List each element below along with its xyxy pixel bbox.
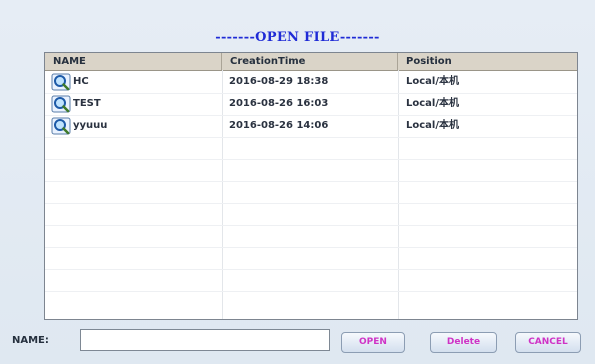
file-name: TEST — [73, 98, 101, 109]
file-name: yyuuu — [73, 120, 108, 131]
row-divider — [45, 291, 577, 292]
row-divider — [45, 181, 577, 182]
row-divider — [45, 159, 577, 160]
row-divider — [45, 225, 577, 226]
search-file-icon — [51, 117, 71, 135]
file-position: Local/本机 — [406, 76, 459, 87]
column-header-position[interactable]: Position — [398, 53, 577, 70]
row-divider — [45, 247, 577, 248]
file-position: Local/本机 — [406, 120, 459, 131]
row-divider — [45, 203, 577, 204]
open-file-dialog: -------OPEN FILE------- NAME CreationTim… — [0, 0, 595, 364]
name-label: NAME: — [12, 335, 49, 346]
file-position: Local/本机 — [406, 98, 459, 109]
file-creation-time: 2016-08-29 18:38 — [229, 76, 329, 87]
column-header-creation-time[interactable]: CreationTime — [222, 53, 398, 70]
search-file-icon — [51, 73, 71, 91]
delete-button[interactable]: Delete — [430, 332, 497, 353]
file-name-input[interactable] — [80, 329, 330, 351]
file-name: HC — [73, 76, 89, 87]
table-row[interactable]: TEST 2016-08-26 16:03 Local/本机 — [45, 93, 577, 115]
file-table: NAME CreationTime Position HC 2016-08-29… — [44, 52, 578, 320]
search-file-icon — [51, 95, 71, 113]
column-header-name[interactable]: NAME — [45, 53, 222, 70]
dialog-title: -------OPEN FILE------- — [215, 30, 380, 45]
row-divider — [45, 137, 577, 138]
table-row[interactable]: yyuuu 2016-08-26 14:06 Local/本机 — [45, 115, 577, 137]
file-creation-time: 2016-08-26 16:03 — [229, 98, 329, 109]
table-header: NAME CreationTime Position — [45, 53, 577, 71]
open-button[interactable]: OPEN — [341, 332, 405, 353]
table-row[interactable]: HC 2016-08-29 18:38 Local/本机 — [45, 71, 577, 93]
cancel-button[interactable]: CANCEL — [515, 332, 581, 353]
row-divider — [45, 269, 577, 270]
file-creation-time: 2016-08-26 14:06 — [229, 120, 329, 131]
